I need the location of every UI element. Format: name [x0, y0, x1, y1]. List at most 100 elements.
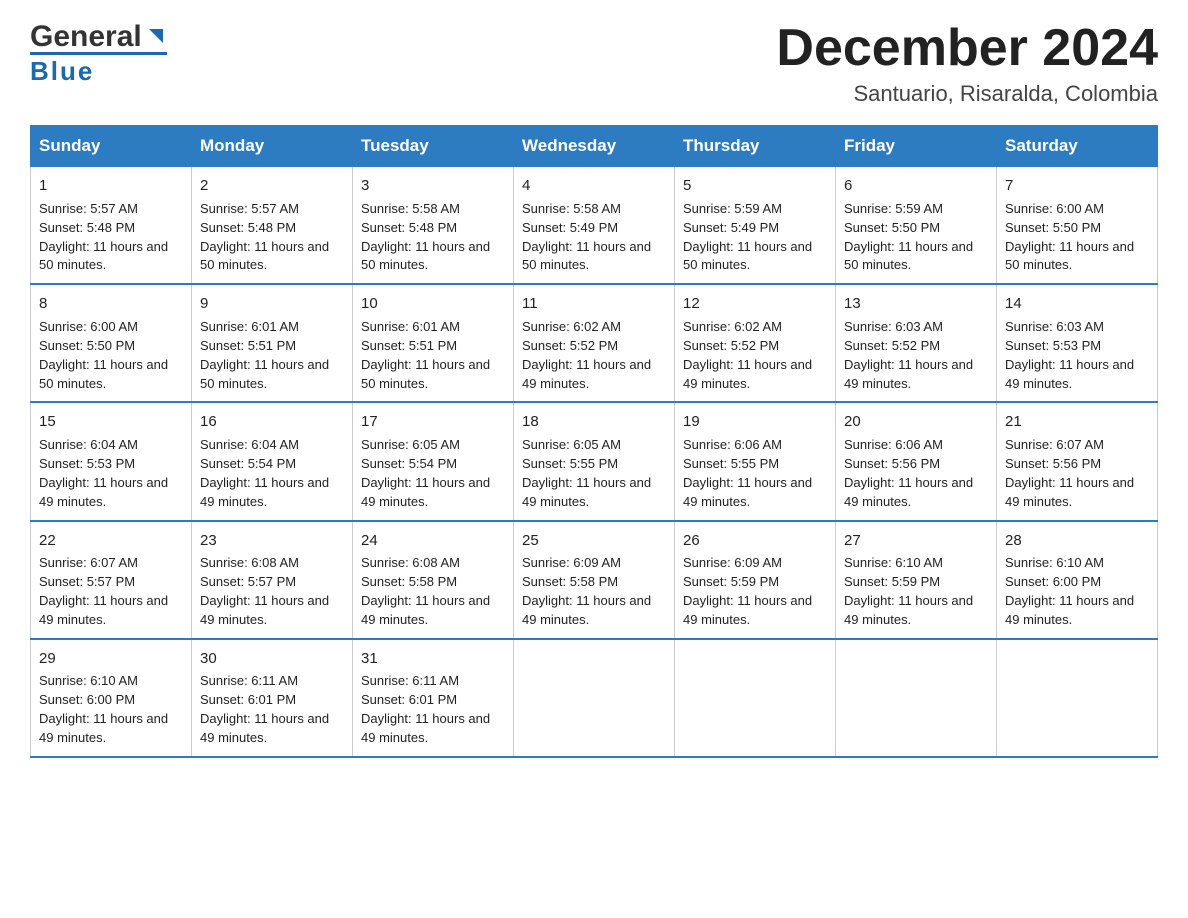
day-number: 27: [844, 530, 988, 552]
day-number: 19: [683, 411, 827, 433]
calendar-cell: 25 Sunrise: 6:09 AMSunset: 5:58 PMDayligh…: [514, 521, 675, 639]
calendar-cell: 24Sunrise: 6:08 AMSunset: 5:58 PMDayligh…: [353, 521, 514, 639]
day-number: 11: [522, 293, 666, 315]
day-info: Sunrise: 6:02 AMSunset: 5:52 PMDaylight:…: [683, 319, 812, 391]
calendar-cell: 10 Sunrise: 6:01 AMSunset: 5:51 PMDayligh…: [353, 284, 514, 402]
col-monday: Monday: [192, 126, 353, 167]
day-number: 25: [522, 530, 666, 552]
day-info: Sunrise: 6:07 AMSunset: 5:57 PMDaylight:…: [39, 555, 168, 627]
calendar-cell: 30 Sunrise: 6:11 AMSunset: 6:01 PMDayligh…: [192, 639, 353, 757]
day-number: 26: [683, 530, 827, 552]
day-number: 10: [361, 293, 505, 315]
calendar-week-row: 29 Sunrise: 6:10 AMSunset: 6:00 PMDayligh…: [31, 639, 1158, 757]
col-tuesday: Tuesday: [353, 126, 514, 167]
day-number: 24: [361, 530, 505, 552]
day-info: Sunrise: 5:57 AMSunset: 5:48 PMDaylight:…: [200, 201, 329, 273]
calendar-cell: 8 Sunrise: 6:00 AMSunset: 5:50 PMDaylight…: [31, 284, 192, 402]
day-number: 14: [1005, 293, 1149, 315]
day-number: 12: [683, 293, 827, 315]
day-info: Sunrise: 6:04 AMSunset: 5:54 PMDaylight:…: [200, 437, 329, 509]
day-number: 16: [200, 411, 344, 433]
day-info: Sunrise: 6:03 AMSunset: 5:52 PMDaylight:…: [844, 319, 973, 391]
day-number: 18: [522, 411, 666, 433]
calendar-cell: 3Sunrise: 5:58 AMSunset: 5:48 PMDaylight…: [353, 167, 514, 285]
day-info: Sunrise: 6:00 AMSunset: 5:50 PMDaylight:…: [39, 319, 168, 391]
day-info: Sunrise: 6:05 AMSunset: 5:55 PMDaylight:…: [522, 437, 651, 509]
day-number: 28: [1005, 530, 1149, 552]
calendar-cell: 11 Sunrise: 6:02 AMSunset: 5:52 PMDayligh…: [514, 284, 675, 402]
col-wednesday: Wednesday: [514, 126, 675, 167]
calendar-cell: 18 Sunrise: 6:05 AMSunset: 5:55 PMDayligh…: [514, 402, 675, 520]
calendar-cell: 1Sunrise: 5:57 AMSunset: 5:48 PMDaylight…: [31, 167, 192, 285]
title-section: December 2024 Santuario, Risaralda, Colo…: [776, 20, 1158, 107]
calendar-body: 1Sunrise: 5:57 AMSunset: 5:48 PMDaylight…: [31, 167, 1158, 757]
day-number: 13: [844, 293, 988, 315]
calendar-cell: 5Sunrise: 5:59 AMSunset: 5:49 PMDaylight…: [675, 167, 836, 285]
calendar-cell: 22 Sunrise: 6:07 AMSunset: 5:57 PMDayligh…: [31, 521, 192, 639]
day-number: 31: [361, 648, 505, 670]
calendar-cell: 6 Sunrise: 5:59 AMSunset: 5:50 PMDaylight…: [836, 167, 997, 285]
calendar-cell: 31Sunrise: 6:11 AMSunset: 6:01 PMDayligh…: [353, 639, 514, 757]
day-number: 30: [200, 648, 344, 670]
col-sunday: Sunday: [31, 126, 192, 167]
calendar-cell: 29 Sunrise: 6:10 AMSunset: 6:00 PMDayligh…: [31, 639, 192, 757]
calendar-table: Sunday Monday Tuesday Wednesday Thursday…: [30, 125, 1158, 758]
calendar-cell: 16 Sunrise: 6:04 AMSunset: 5:54 PMDayligh…: [192, 402, 353, 520]
calendar-cell: 26 Sunrise: 6:09 AMSunset: 5:59 PMDayligh…: [675, 521, 836, 639]
logo-blue: Blue: [30, 56, 167, 87]
day-info: Sunrise: 6:09 AMSunset: 5:59 PMDaylight:…: [683, 555, 812, 627]
calendar-cell: 14 Sunrise: 6:03 AMSunset: 5:53 PMDayligh…: [997, 284, 1158, 402]
day-number: 8: [39, 293, 183, 315]
day-info: Sunrise: 5:59 AMSunset: 5:49 PMDaylight:…: [683, 201, 812, 273]
calendar-cell: 19Sunrise: 6:06 AMSunset: 5:55 PMDayligh…: [675, 402, 836, 520]
day-info: Sunrise: 5:57 AMSunset: 5:48 PMDaylight:…: [39, 201, 168, 273]
page-subtitle: Santuario, Risaralda, Colombia: [776, 81, 1158, 107]
day-info: Sunrise: 6:06 AMSunset: 5:56 PMDaylight:…: [844, 437, 973, 509]
calendar-cell: 27 Sunrise: 6:10 AMSunset: 5:59 PMDayligh…: [836, 521, 997, 639]
calendar-cell: 4 Sunrise: 5:58 AMSunset: 5:49 PMDaylight…: [514, 167, 675, 285]
day-info: Sunrise: 6:01 AMSunset: 5:51 PMDaylight:…: [361, 319, 490, 391]
calendar-cell: [997, 639, 1158, 757]
calendar-cell: 28 Sunrise: 6:10 AMSunset: 6:00 PMDayligh…: [997, 521, 1158, 639]
day-info: Sunrise: 6:10 AMSunset: 6:00 PMDaylight:…: [39, 673, 168, 745]
calendar-cell: [836, 639, 997, 757]
day-info: Sunrise: 5:58 AMSunset: 5:48 PMDaylight:…: [361, 201, 490, 273]
calendar-cell: 13 Sunrise: 6:03 AMSunset: 5:52 PMDayligh…: [836, 284, 997, 402]
calendar-cell: 15 Sunrise: 6:04 AMSunset: 5:53 PMDayligh…: [31, 402, 192, 520]
day-info: Sunrise: 6:11 AMSunset: 6:01 PMDaylight:…: [200, 673, 329, 745]
day-number: 2: [200, 175, 344, 197]
calendar-cell: 23Sunrise: 6:08 AMSunset: 5:57 PMDayligh…: [192, 521, 353, 639]
col-thursday: Thursday: [675, 126, 836, 167]
day-number: 20: [844, 411, 988, 433]
day-info: Sunrise: 6:07 AMSunset: 5:56 PMDaylight:…: [1005, 437, 1134, 509]
calendar-cell: 9 Sunrise: 6:01 AMSunset: 5:51 PMDaylight…: [192, 284, 353, 402]
day-info: Sunrise: 6:03 AMSunset: 5:53 PMDaylight:…: [1005, 319, 1134, 391]
day-number: 15: [39, 411, 183, 433]
day-info: Sunrise: 5:59 AMSunset: 5:50 PMDaylight:…: [844, 201, 973, 273]
day-info: Sunrise: 6:05 AMSunset: 5:54 PMDaylight:…: [361, 437, 490, 509]
col-friday: Friday: [836, 126, 997, 167]
calendar-cell: 12 Sunrise: 6:02 AMSunset: 5:52 PMDayligh…: [675, 284, 836, 402]
logo-arrow-icon: [145, 25, 167, 52]
day-number: 22: [39, 530, 183, 552]
day-info: Sunrise: 6:10 AMSunset: 5:59 PMDaylight:…: [844, 555, 973, 627]
day-number: 4: [522, 175, 666, 197]
page-title: December 2024: [776, 20, 1158, 77]
calendar-cell: 20 Sunrise: 6:06 AMSunset: 5:56 PMDayligh…: [836, 402, 997, 520]
day-info: Sunrise: 6:09 AMSunset: 5:58 PMDaylight:…: [522, 555, 651, 627]
day-info: Sunrise: 6:04 AMSunset: 5:53 PMDaylight:…: [39, 437, 168, 509]
calendar-cell: 17Sunrise: 6:05 AMSunset: 5:54 PMDayligh…: [353, 402, 514, 520]
day-info: Sunrise: 5:58 AMSunset: 5:49 PMDaylight:…: [522, 201, 651, 273]
calendar-cell: 7Sunrise: 6:00 AMSunset: 5:50 PMDaylight…: [997, 167, 1158, 285]
day-number: 9: [200, 293, 344, 315]
day-info: Sunrise: 6:01 AMSunset: 5:51 PMDaylight:…: [200, 319, 329, 391]
calendar-cell: [675, 639, 836, 757]
day-info: Sunrise: 6:00 AMSunset: 5:50 PMDaylight:…: [1005, 201, 1134, 273]
day-number: 29: [39, 648, 183, 670]
calendar-week-row: 22 Sunrise: 6:07 AMSunset: 5:57 PMDayligh…: [31, 521, 1158, 639]
day-info: Sunrise: 6:10 AMSunset: 6:00 PMDaylight:…: [1005, 555, 1134, 627]
day-number: 6: [844, 175, 988, 197]
logo-general: General: [30, 20, 142, 54]
day-info: Sunrise: 6:02 AMSunset: 5:52 PMDaylight:…: [522, 319, 651, 391]
calendar-header-row: Sunday Monday Tuesday Wednesday Thursday…: [31, 126, 1158, 167]
